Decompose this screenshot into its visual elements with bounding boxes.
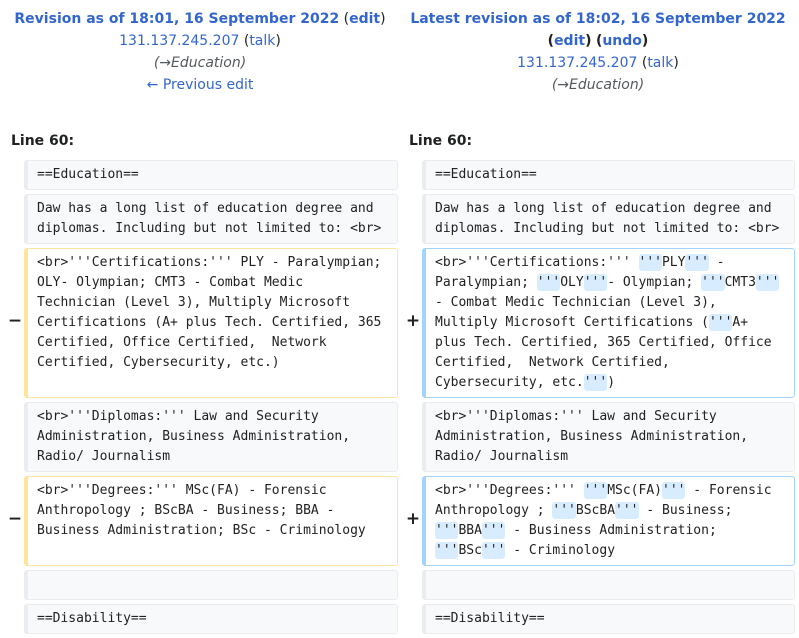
old-summary-section: Education [171, 55, 241, 71]
inserted-text: ''' [435, 542, 459, 559]
diff-text: CMT3 [724, 275, 756, 290]
inserted-text: ''' [662, 482, 686, 499]
blank-line-right [422, 570, 795, 600]
inserted-text: ''' [536, 274, 561, 291]
new-edit-link[interactable]: edit [554, 33, 585, 49]
paren-close: ) [673, 55, 679, 71]
paren-close: ) [380, 11, 386, 27]
paren-close: ) [585, 33, 592, 49]
new-edit-summary: (→Education) [551, 77, 645, 93]
inserted-text: ''' [755, 274, 780, 291]
inserted-text: ''' [435, 522, 459, 539]
old-user-link[interactable]: 131.137.245.207 [119, 33, 239, 49]
inserted-text: ''' [481, 522, 506, 539]
diff-text: - Business Administration; [505, 523, 725, 538]
context-line-left: ==Education== [24, 160, 398, 190]
added-line: <br>'''Certifications:''' '''PLY''' - Pa… [422, 248, 795, 398]
deleted-line: <br>'''Certifications:''' PLY - Paralymp… [24, 248, 398, 398]
deleted-line-marker: − [7, 311, 23, 331]
blank-line-left [24, 570, 398, 600]
inserted-text: ''' [583, 482, 608, 499]
diff-text: - Business; [638, 503, 741, 518]
diff-text: BScBA [575, 503, 616, 518]
new-talk-link[interactable]: talk [647, 55, 673, 71]
context-line-left: Daw has a long list of education degree … [24, 194, 398, 244]
context-line-right: ==Education== [422, 160, 795, 190]
section-arrow-link[interactable]: → [557, 77, 569, 93]
inserted-text: ''' [685, 254, 709, 271]
context-line-left: ==Disability== [24, 604, 398, 634]
old-revision-header: Revision as of 18:01, 16 September 2022 … [8, 8, 392, 96]
line-number-left: Line 60: [11, 133, 75, 149]
inserted-text: ''' [481, 542, 506, 559]
added-line-marker: + [405, 311, 421, 331]
paren-close: ) [641, 33, 649, 49]
diff-text: PLY [661, 255, 686, 270]
diff-text: <br>'''Certifications:''' [435, 255, 639, 270]
added-line-marker: + [405, 509, 421, 529]
new-revision-link[interactable]: Latest revision as of 18:02, 16 Septembe… [410, 11, 785, 27]
line-number-right: Line 60: [409, 133, 473, 149]
diff-text: OLY [560, 275, 584, 290]
inserted-text: ''' [638, 254, 662, 271]
new-user-link[interactable]: 131.137.245.207 [517, 55, 637, 71]
added-line: <br>'''Degrees:''' '''MSc(FA)''' - Foren… [422, 476, 795, 566]
old-edit-summary: (→Education) [153, 55, 247, 71]
undo-link[interactable]: undo [602, 33, 642, 49]
diff-text: BBA [458, 523, 482, 538]
inserted-text: ''' [552, 502, 576, 519]
inserted-text: ''' [701, 274, 725, 291]
context-line-right: ==Disability== [422, 604, 795, 634]
section-arrow-link[interactable]: → [159, 55, 171, 71]
context-line-left: <br>'''Diplomas:''' Law and Security Adm… [24, 402, 398, 472]
diff-text: MSc(FA) [607, 483, 662, 498]
old-edit-link[interactable]: edit [349, 11, 380, 27]
deleted-line-marker: − [7, 509, 23, 529]
diff-text: <br>'''Degrees:''' [435, 483, 584, 498]
paren-close: ) [275, 33, 281, 49]
previous-edit-link[interactable]: ← Previous edit [147, 77, 254, 93]
context-line-right: <br>'''Diplomas:''' Law and Security Adm… [422, 402, 795, 472]
new-revision-header: Latest revision as of 18:02, 16 Septembe… [406, 8, 790, 96]
inserted-text: ''' [708, 314, 733, 331]
old-revision-link[interactable]: Revision as of 18:01, 16 September 2022 [14, 11, 339, 27]
diff-text: - Olympian; [607, 275, 702, 290]
inserted-text: ''' [583, 274, 608, 291]
old-talk-link[interactable]: talk [249, 33, 275, 49]
diff-text: - Criminology [505, 543, 616, 558]
context-line-right: Daw has a long list of education degree … [422, 194, 795, 244]
new-summary-section: Education [569, 77, 639, 93]
inserted-text: ''' [615, 502, 639, 519]
deleted-line: <br>'''Degrees:''' MSc(FA) - Forensic An… [24, 476, 398, 566]
diff-text: BSc [458, 543, 482, 558]
inserted-text: ''' [583, 374, 608, 391]
diff-text: ) [607, 375, 616, 390]
